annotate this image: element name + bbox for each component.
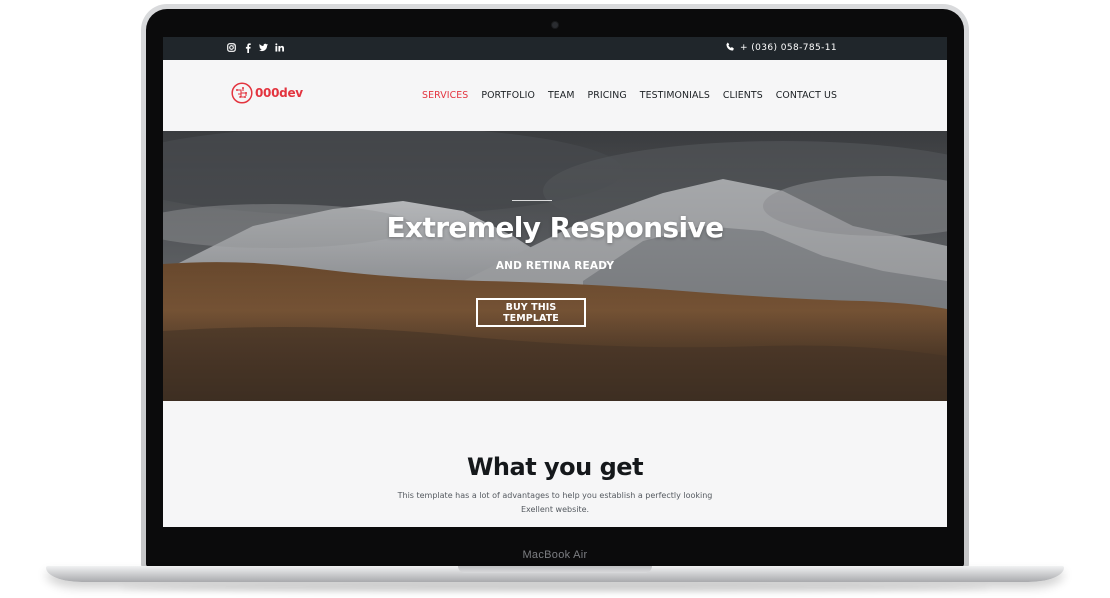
laptop-screen: + (036) 058-785-11 000dev SERVICES PORTF… bbox=[163, 37, 947, 527]
laptop-shadow bbox=[120, 584, 990, 592]
buy-template-button[interactable]: BUY THIS TEMPLATE bbox=[476, 298, 586, 327]
logo-text: 000dev bbox=[255, 86, 303, 100]
phone-contact[interactable]: + (036) 058-785-11 bbox=[726, 42, 837, 54]
facebook-icon[interactable] bbox=[243, 42, 252, 53]
hero-banner: Extremely Responsive AND RETINA READY BU… bbox=[163, 131, 947, 401]
menu-item-services[interactable]: SERVICES bbox=[422, 90, 468, 101]
menu-item-testimonials[interactable]: TESTIMONIALS bbox=[640, 90, 710, 101]
menu-item-portfolio[interactable]: PORTFOLIO bbox=[481, 90, 535, 101]
menu-item-clients[interactable]: CLIENTS bbox=[723, 90, 763, 101]
menu-item-pricing[interactable]: PRICING bbox=[588, 90, 627, 101]
menu-item-team[interactable]: TEAM bbox=[548, 90, 575, 101]
hero-title: Extremely Responsive bbox=[386, 211, 724, 244]
section-description: This template has a lot of advantages to… bbox=[163, 489, 947, 517]
laptop-base-notch bbox=[458, 566, 652, 573]
top-bar: + (036) 058-785-11 bbox=[163, 37, 947, 60]
hero-divider bbox=[512, 200, 552, 201]
logo-icon bbox=[231, 82, 253, 104]
section-description-line-1: This template has a lot of advantages to… bbox=[397, 491, 713, 500]
section-description-line-2: Exellent website. bbox=[520, 505, 590, 514]
menu-item-contact-us[interactable]: CONTACT US bbox=[776, 90, 837, 101]
instagram-icon[interactable] bbox=[227, 42, 236, 53]
social-links bbox=[227, 42, 284, 53]
hero-subtitle: AND RETINA READY bbox=[495, 260, 615, 272]
section-title: What you get bbox=[466, 453, 644, 481]
linkedin-icon[interactable] bbox=[275, 42, 284, 53]
logo[interactable]: 000dev bbox=[231, 82, 303, 104]
camera-dot bbox=[552, 22, 558, 28]
main-navbar: 000dev SERVICES PORTFOLIO TEAM PRICING T… bbox=[163, 60, 947, 131]
twitter-icon[interactable] bbox=[259, 42, 268, 53]
phone-number: + (036) 058-785-11 bbox=[740, 43, 837, 53]
phone-icon bbox=[726, 42, 735, 54]
device-label: MacBook Air bbox=[522, 549, 588, 561]
main-menu: SERVICES PORTFOLIO TEAM PRICING TESTIMON… bbox=[422, 90, 837, 101]
features-section: What you get This template has a lot of … bbox=[163, 401, 947, 527]
